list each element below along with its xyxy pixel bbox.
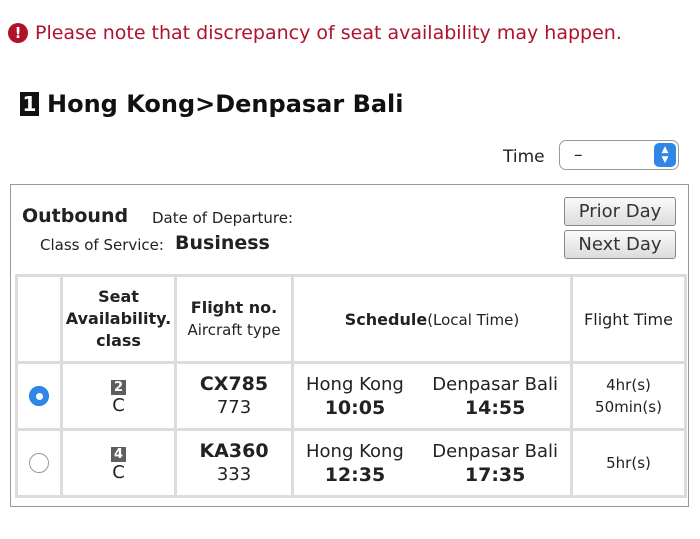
seat-class: C [112, 394, 125, 416]
seat-cell: 2 C [60, 361, 177, 431]
select-header [15, 274, 63, 364]
class-of-service-value: Business [175, 232, 270, 254]
aircraft-type: 773 [216, 397, 252, 418]
select-arrows-icon: ▲ ▼ [654, 143, 676, 167]
seat-count-badge: 2 [111, 379, 126, 395]
outbound-panel: Outbound Date of Departure: Class of Ser… [10, 184, 689, 507]
flight-number: KA360 [199, 440, 269, 462]
flight-time-cell: 5hr(s) [570, 428, 687, 498]
next-day-button[interactable]: Next Day [564, 230, 676, 259]
class-of-service-label: Class of Service: [40, 236, 164, 254]
availability-notice: ! Please note that discrepancy of seat a… [8, 22, 622, 44]
prior-day-button[interactable]: Prior Day [564, 197, 676, 226]
schedule-header: Schedule(Local Time) [291, 274, 573, 364]
select-cell[interactable] [15, 428, 63, 498]
arrival-time: 17:35 [464, 463, 526, 486]
departure-time: 12:35 [324, 463, 386, 486]
aircraft-type: 333 [216, 464, 252, 485]
time-select-value: – [574, 145, 583, 165]
flight-duration-hours: 4hr(s) [606, 376, 651, 394]
schedule-cell: Hong Kong 10:05 Denpasar Bali 14:55 [291, 361, 573, 431]
seat-cell: 4 C [60, 428, 177, 498]
exclamation-icon: ! [8, 23, 28, 43]
seat-count-badge: 4 [111, 446, 126, 462]
arrival-city: Denpasar Bali [432, 373, 558, 395]
flight-radio-selected[interactable] [29, 386, 49, 406]
departure-time: 10:05 [324, 396, 386, 419]
flight-cell: KA360 333 [174, 428, 294, 498]
route-title: Hong Kong>Denpasar Bali [47, 90, 404, 118]
time-filter-label: Time [503, 147, 545, 167]
direction-title: Outbound [22, 205, 129, 227]
flights-table: Seat Availability. class Flight no. Airc… [15, 274, 687, 498]
departure-date-label: Date of Departure: [152, 209, 294, 227]
route-number-badge: 1 [20, 92, 39, 116]
flight-duration-hours: 5hr(s) [606, 454, 651, 472]
table-header-row: Seat Availability. class Flight no. Airc… [15, 274, 687, 364]
route-heading: 1 Hong Kong>Denpasar Bali [20, 90, 404, 118]
seat-availability-header: Seat Availability. class [60, 274, 177, 364]
departure-city: Hong Kong [306, 440, 404, 462]
select-cell[interactable] [15, 361, 63, 431]
time-select[interactable]: – ▲ ▼ [559, 140, 679, 170]
flight-cell: CX785 773 [174, 361, 294, 431]
table-row[interactable]: 2 C CX785 773 Hong Kong 10:05 Denpasar B… [15, 361, 687, 431]
flight-radio[interactable] [29, 453, 49, 473]
seat-class: C [112, 461, 125, 483]
flight-time-cell: 4hr(s) 50min(s) [570, 361, 687, 431]
table-row[interactable]: 4 C KA360 333 Hong Kong 12:35 Denpasar B… [15, 428, 687, 498]
notice-text: Please note that discrepancy of seat ava… [35, 22, 622, 44]
schedule-cell: Hong Kong 12:35 Denpasar Bali 17:35 [291, 428, 573, 498]
flight-duration-minutes: 50min(s) [595, 398, 662, 416]
flight-number: CX785 [199, 373, 269, 395]
arrival-city: Denpasar Bali [432, 440, 558, 462]
flight-time-header: Flight Time [570, 274, 687, 364]
departure-city: Hong Kong [306, 373, 404, 395]
arrival-time: 14:55 [464, 396, 526, 419]
flight-number-header: Flight no. Aircraft type [174, 274, 294, 364]
